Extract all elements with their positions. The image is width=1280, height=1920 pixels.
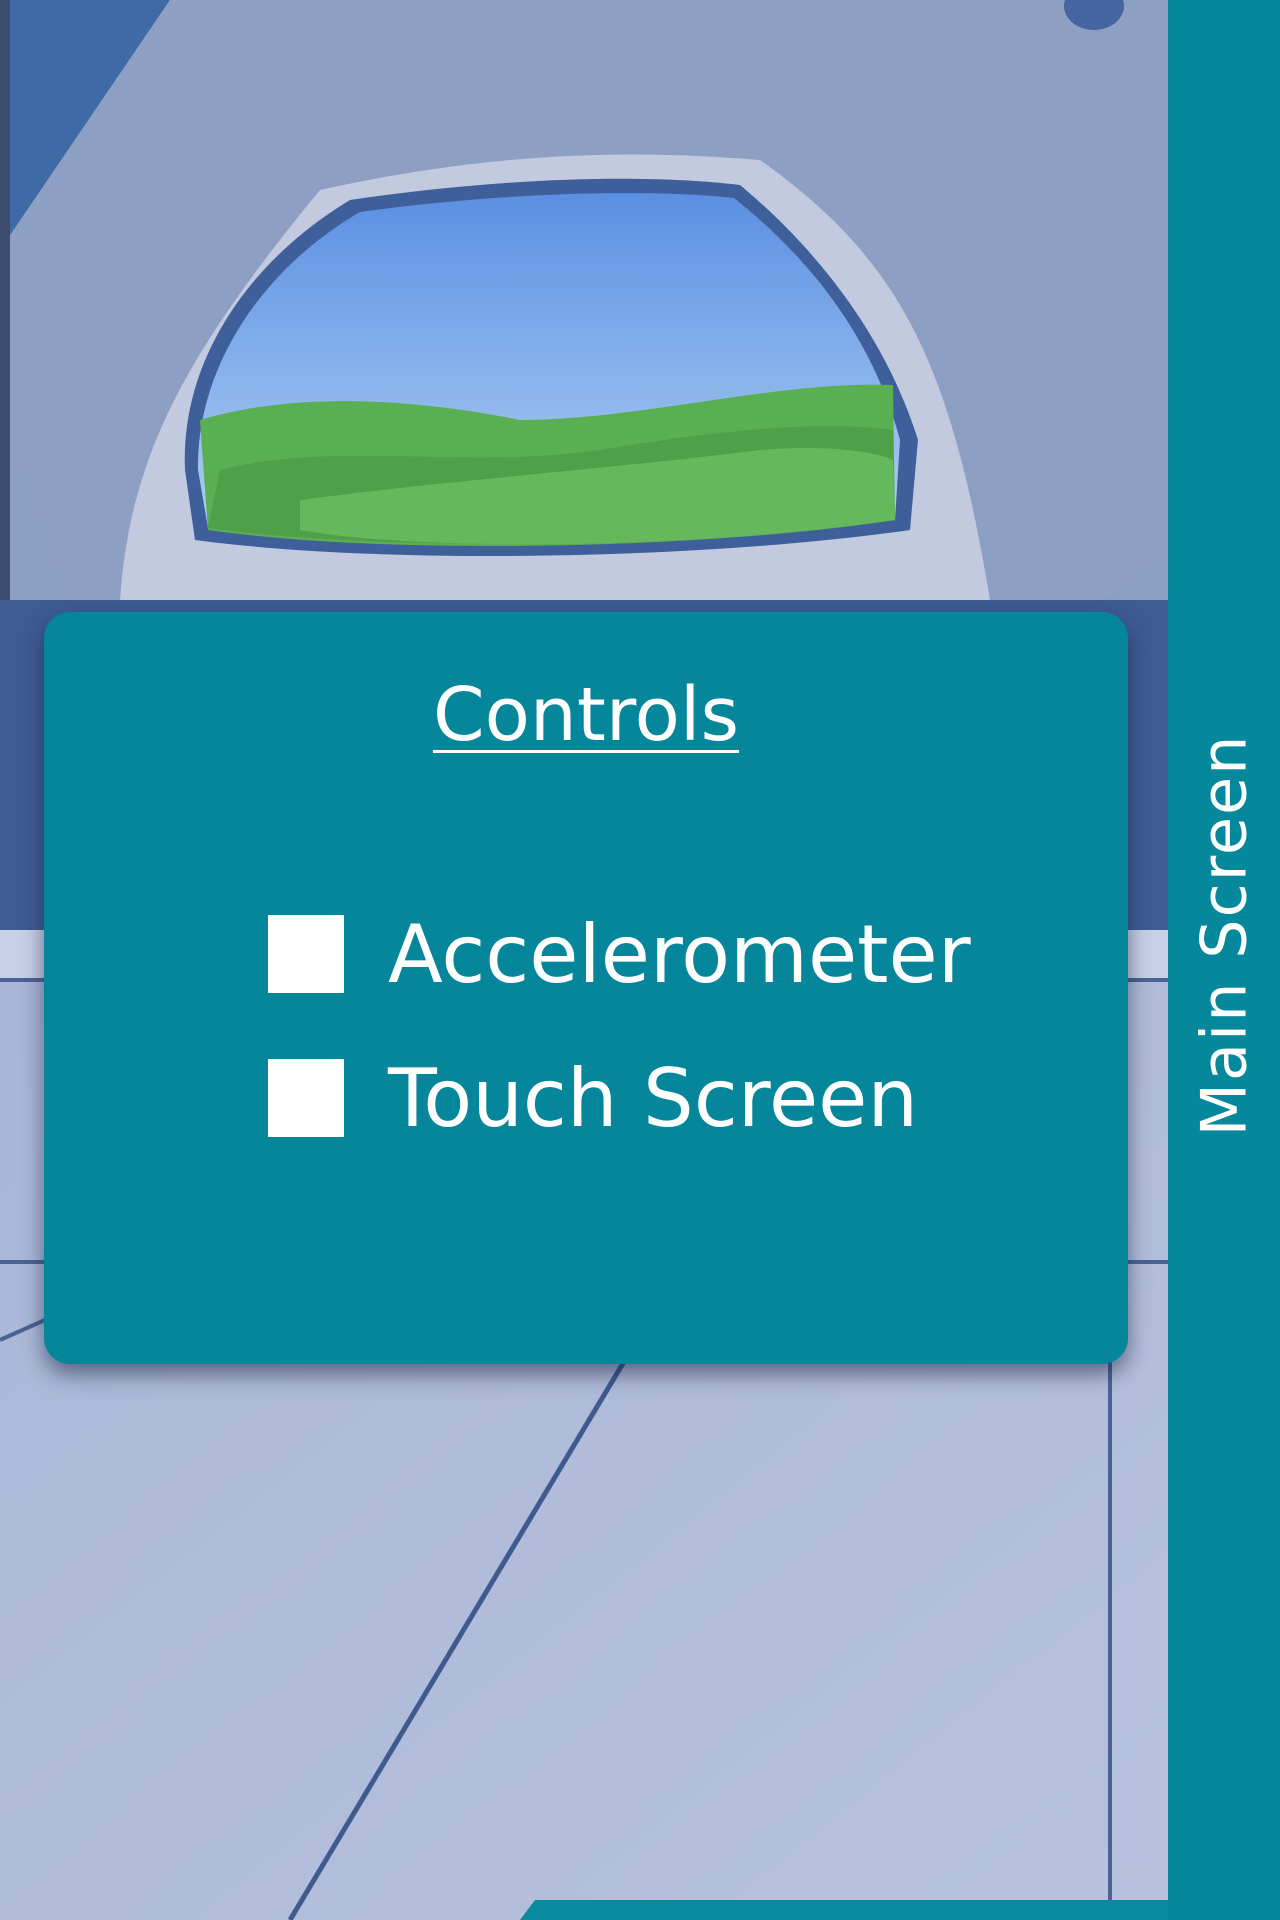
controls-dialog: Controls Accelerometer Touch Screen bbox=[44, 612, 1128, 1364]
accelerometer-checkbox[interactable] bbox=[268, 915, 344, 993]
dialog-title: Controls bbox=[432, 672, 740, 758]
app-screen: Main Screen Controls Accelerometer Touch… bbox=[0, 0, 1280, 1920]
accelerometer-label: Accelerometer bbox=[388, 907, 971, 1001]
touch-screen-label: Touch Screen bbox=[388, 1051, 919, 1145]
sidebar-label: Main Screen bbox=[1187, 733, 1261, 1137]
touch-screen-option[interactable]: Touch Screen bbox=[268, 1052, 918, 1145]
touch-screen-checkbox[interactable] bbox=[268, 1059, 344, 1137]
main-screen-sidebar[interactable]: Main Screen bbox=[1168, 0, 1280, 1920]
accelerometer-option[interactable]: Accelerometer bbox=[268, 908, 971, 1001]
